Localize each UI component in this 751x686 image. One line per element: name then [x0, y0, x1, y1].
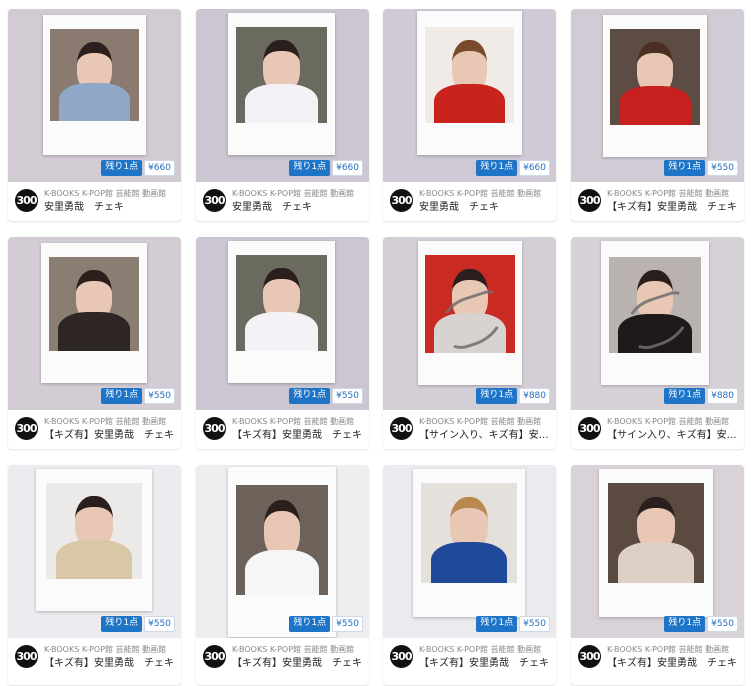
shop-logo[interactable]: 300	[203, 417, 226, 440]
shop-logo[interactable]: 300	[578, 417, 601, 440]
item-title[interactable]: 安里勇哉 チェキ	[419, 201, 552, 214]
product-photo[interactable]: 残り1点 ¥880	[383, 237, 556, 410]
shop-name[interactable]: K-BOOKS K-POP館 芸能館 動画館	[232, 644, 364, 655]
product-photo[interactable]: 残り1点 ¥660	[8, 9, 181, 182]
product-info: 300 K-BOOKS K-POP館 芸能館 動画館 安里勇哉 チェキ	[196, 182, 369, 221]
product-photo[interactable]: 残り1点 ¥550	[8, 465, 181, 638]
product-card[interactable]: 残り1点 ¥550 300 K-BOOKS K-POP館 芸能館 動画館 【キズ…	[383, 465, 556, 685]
stock-badge: 残り1点	[476, 160, 518, 176]
product-card[interactable]: 残り1点 ¥880 300 K-BOOKS K-POP館 芸能館 動画館 【サイ…	[383, 237, 556, 449]
product-info: 300 K-BOOKS K-POP館 芸能館 動画館 【キズ有】安里勇哉 チェキ	[571, 182, 744, 221]
item-title[interactable]: 【キズ有】安里勇哉 チェキ	[419, 657, 552, 670]
shop-name[interactable]: K-BOOKS K-POP館 芸能館 動画館	[44, 188, 176, 199]
shop-name[interactable]: K-BOOKS K-POP館 芸能館 動画館	[607, 188, 739, 199]
stock-badge: 残り1点	[289, 388, 331, 404]
product-photo[interactable]: 残り1点 ¥550	[196, 237, 369, 410]
product-info: 300 K-BOOKS K-POP館 芸能館 動画館 安里勇哉 チェキ	[8, 182, 181, 221]
price-badge: ¥550	[332, 388, 363, 404]
item-title[interactable]: 【キズ有】安里勇哉 チェキ	[232, 657, 365, 670]
shop-name[interactable]: K-BOOKS K-POP館 芸能館 動画館	[44, 416, 176, 427]
item-title[interactable]: 【キズ有】安里勇哉 チェキ	[232, 429, 365, 442]
stock-badge: 残り1点	[101, 160, 143, 176]
shop-logo[interactable]: 300	[578, 189, 601, 212]
price-badge: ¥880	[707, 388, 738, 404]
product-info: 300 K-BOOKS K-POP館 芸能館 動画館 【サイン入り、キズ有】安里…	[571, 410, 744, 449]
stock-badge: 残り1点	[289, 616, 331, 632]
product-info: 300 K-BOOKS K-POP館 芸能館 動画館 【キズ有】安里勇哉 チェキ	[8, 638, 181, 677]
price-badge: ¥550	[707, 160, 738, 176]
shop-logo[interactable]: 300	[390, 189, 413, 212]
product-info: 300 K-BOOKS K-POP館 芸能館 動画館 安里勇哉 チェキ	[383, 182, 556, 221]
stock-badge: 残り1点	[664, 388, 706, 404]
stock-badge: 残り1点	[476, 616, 518, 632]
price-badge: ¥660	[332, 160, 363, 176]
shop-name[interactable]: K-BOOKS K-POP館 芸能館 動画館	[419, 644, 551, 655]
shop-name[interactable]: K-BOOKS K-POP館 芸能館 動画館	[44, 644, 176, 655]
product-card[interactable]: 残り1点 ¥660 300 K-BOOKS K-POP館 芸能館 動画館 安里勇…	[8, 9, 181, 221]
shop-name[interactable]: K-BOOKS K-POP館 芸能館 動画館	[419, 188, 551, 199]
shop-name[interactable]: K-BOOKS K-POP館 芸能館 動画館	[232, 416, 364, 427]
product-card[interactable]: 残り1点 ¥880 300 K-BOOKS K-POP館 芸能館 動画館 【サイ…	[571, 237, 744, 449]
stock-badge: 残り1点	[664, 160, 706, 176]
product-photo[interactable]: 残り1点 ¥660	[383, 9, 556, 182]
shop-name[interactable]: K-BOOKS K-POP館 芸能館 動画館	[232, 188, 364, 199]
item-title[interactable]: 【キズ有】安里勇哉 チェキ	[607, 657, 740, 670]
shop-logo[interactable]: 300	[15, 417, 38, 440]
shop-logo[interactable]: 300	[15, 189, 38, 212]
shop-logo[interactable]: 300	[390, 417, 413, 440]
stock-badge: 残り1点	[664, 616, 706, 632]
product-card[interactable]: 残り1点 ¥660 300 K-BOOKS K-POP館 芸能館 動画館 安里勇…	[383, 9, 556, 221]
product-photo[interactable]: 残り1点 ¥550	[8, 237, 181, 410]
product-photo[interactable]: 残り1点 ¥550	[196, 465, 369, 638]
shop-logo[interactable]: 300	[578, 645, 601, 668]
shop-name[interactable]: K-BOOKS K-POP館 芸能館 動画館	[607, 416, 739, 427]
product-photo[interactable]: 残り1点 ¥550	[571, 9, 744, 182]
shop-logo[interactable]: 300	[390, 645, 413, 668]
item-title[interactable]: 【サイン入り、キズ有】安里勇哉 チェキ	[607, 429, 740, 442]
item-title[interactable]: 安里勇哉 チェキ	[232, 201, 365, 214]
price-badge: ¥550	[519, 616, 550, 632]
item-title[interactable]: 【キズ有】安里勇哉 チェキ	[44, 429, 177, 442]
product-info: 300 K-BOOKS K-POP館 芸能館 動画館 【キズ有】安里勇哉 チェキ	[571, 638, 744, 677]
price-badge: ¥660	[519, 160, 550, 176]
product-info: 300 K-BOOKS K-POP館 芸能館 動画館 【キズ有】安里勇哉 チェキ	[383, 638, 556, 677]
price-badge: ¥550	[144, 616, 175, 632]
price-badge: ¥550	[144, 388, 175, 404]
product-card[interactable]: 残り1点 ¥550 300 K-BOOKS K-POP館 芸能館 動画館 【キズ…	[571, 9, 744, 221]
stock-badge: 残り1点	[101, 388, 143, 404]
item-title[interactable]: 【サイン入り、キズ有】安里勇哉 チェキ	[419, 429, 552, 442]
product-card[interactable]: 残り1点 ¥550 300 K-BOOKS K-POP館 芸能館 動画館 【キズ…	[8, 465, 181, 685]
product-info: 300 K-BOOKS K-POP館 芸能館 動画館 【キズ有】安里勇哉 チェキ	[196, 638, 369, 677]
product-photo[interactable]: 残り1点 ¥880	[571, 237, 744, 410]
product-card[interactable]: 残り1点 ¥550 300 K-BOOKS K-POP館 芸能館 動画館 【キズ…	[196, 237, 369, 449]
price-badge: ¥880	[519, 388, 550, 404]
product-info: 300 K-BOOKS K-POP館 芸能館 動画館 【キズ有】安里勇哉 チェキ	[8, 410, 181, 449]
product-photo[interactable]: 残り1点 ¥550	[383, 465, 556, 638]
product-info: 300 K-BOOKS K-POP館 芸能館 動画館 【サイン入り、キズ有】安里…	[383, 410, 556, 449]
shop-name[interactable]: K-BOOKS K-POP館 芸能館 動画館	[607, 644, 739, 655]
stock-badge: 残り1点	[476, 388, 518, 404]
product-card[interactable]: 残り1点 ¥550 300 K-BOOKS K-POP館 芸能館 動画館 【キズ…	[571, 465, 744, 685]
product-photo[interactable]: 残り1点 ¥550	[571, 465, 744, 638]
product-card[interactable]: 残り1点 ¥550 300 K-BOOKS K-POP館 芸能館 動画館 【キズ…	[196, 465, 369, 685]
shop-logo[interactable]: 300	[203, 645, 226, 668]
item-title[interactable]: 【キズ有】安里勇哉 チェキ	[607, 201, 740, 214]
price-badge: ¥660	[144, 160, 175, 176]
product-photo[interactable]: 残り1点 ¥660	[196, 9, 369, 182]
stock-badge: 残り1点	[101, 616, 143, 632]
shop-name[interactable]: K-BOOKS K-POP館 芸能館 動画館	[419, 416, 551, 427]
item-title[interactable]: 【キズ有】安里勇哉 チェキ	[44, 657, 177, 670]
product-card[interactable]: 残り1点 ¥660 300 K-BOOKS K-POP館 芸能館 動画館 安里勇…	[196, 9, 369, 221]
stock-badge: 残り1点	[289, 160, 331, 176]
shop-logo[interactable]: 300	[203, 189, 226, 212]
product-info: 300 K-BOOKS K-POP館 芸能館 動画館 【キズ有】安里勇哉 チェキ	[196, 410, 369, 449]
product-card[interactable]: 残り1点 ¥550 300 K-BOOKS K-POP館 芸能館 動画館 【キズ…	[8, 237, 181, 449]
shop-logo[interactable]: 300	[15, 645, 38, 668]
price-badge: ¥550	[707, 616, 738, 632]
price-badge: ¥550	[332, 616, 363, 632]
item-title[interactable]: 安里勇哉 チェキ	[44, 201, 177, 214]
product-grid: 残り1点 ¥660 300 K-BOOKS K-POP館 芸能館 動画館 安里勇…	[0, 0, 751, 686]
